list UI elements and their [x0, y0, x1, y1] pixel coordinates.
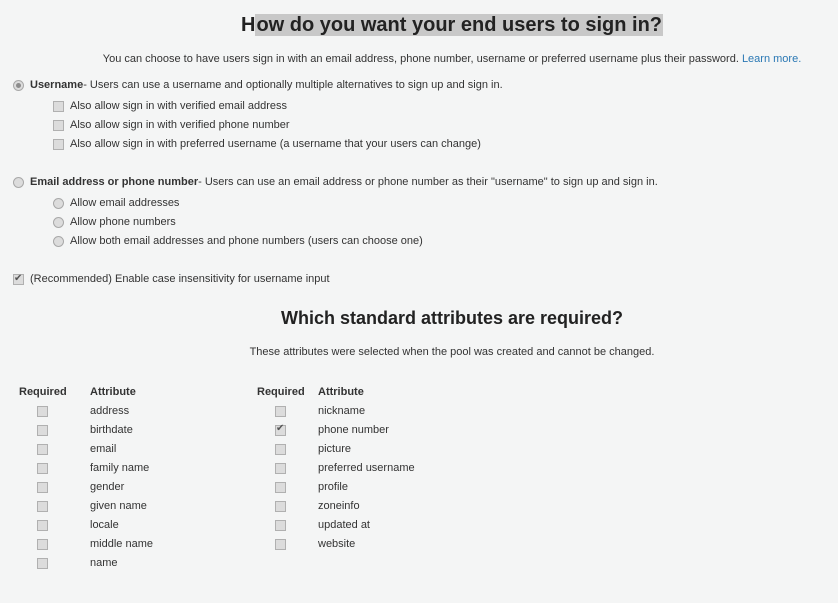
- attribute-name: profile: [318, 481, 348, 493]
- username-option[interactable]: Username - Users can use a username and …: [13, 78, 503, 92]
- allow-verified-email-label: Also allow sign in with verified email a…: [70, 100, 288, 112]
- title-highlighted-text: ow do you want your end users to sign in…: [255, 14, 664, 36]
- attribute-name: phone number: [318, 424, 389, 436]
- attribute-required-checkbox: [37, 444, 48, 455]
- attribute-required-checkbox: [275, 423, 286, 436]
- attribute-required-checkbox: [37, 463, 48, 474]
- attribute-required-checkbox: [37, 501, 48, 512]
- attribute-name: middle name: [90, 538, 153, 550]
- attribute-required-checkbox: [37, 520, 48, 531]
- attributes-title: Which standard attributes are required?: [280, 308, 624, 328]
- allow-email-addresses-radio[interactable]: [53, 197, 64, 209]
- allow-email-addresses-option[interactable]: Allow email addresses: [53, 196, 179, 210]
- right-required-header: Required: [257, 386, 305, 398]
- attribute-name: picture: [318, 443, 352, 455]
- attribute-required-checkbox: [37, 425, 48, 436]
- allow-phone-numbers-radio[interactable]: [53, 216, 64, 228]
- attribute-name: email: [90, 443, 117, 455]
- attribute-required-checkbox: [37, 482, 48, 493]
- username-radio[interactable]: [13, 79, 24, 91]
- allow-phone-numbers-label: Allow phone numbers: [70, 216, 176, 228]
- email-phone-option[interactable]: Email address or phone number - Users ca…: [13, 175, 658, 189]
- email-phone-option-label: Email address or phone number: [30, 176, 199, 188]
- attributes-note: These attributes were selected when the …: [249, 346, 655, 358]
- allow-both-label: Allow both email addresses and phone num…: [70, 235, 423, 247]
- attribute-required-checkbox: [275, 406, 286, 417]
- username-option-label: Username: [30, 79, 84, 91]
- attribute-required-checkbox: [275, 482, 286, 493]
- allow-email-addresses-label: Allow email addresses: [70, 197, 180, 209]
- attribute-name: family name: [90, 462, 150, 474]
- allow-verified-email-checkbox[interactable]: [53, 100, 64, 112]
- attribute-required-checkbox: [275, 444, 286, 455]
- case-insensitive-label: (Recommended) Enable case insensitivity …: [30, 273, 330, 285]
- attribute-name: nickname: [318, 405, 366, 417]
- attribute-required-checkbox: [37, 406, 48, 417]
- email-phone-option-description: - Users can use an email address or phon…: [198, 176, 658, 188]
- allow-preferred-username-checkbox[interactable]: [53, 138, 64, 150]
- attribute-name: zoneinfo: [318, 500, 360, 512]
- case-insensitive-option[interactable]: (Recommended) Enable case insensitivity …: [13, 272, 330, 286]
- attribute-name: address: [90, 405, 130, 417]
- allow-preferred-username-label: Also allow sign in with preferred userna…: [70, 138, 481, 150]
- attribute-name: gender: [90, 481, 125, 493]
- left-required-header: Required: [19, 386, 67, 398]
- title-first-letter: H: [240, 14, 256, 36]
- allow-verified-phone-checkbox[interactable]: [53, 119, 64, 131]
- right-attribute-header: Attribute: [318, 386, 364, 398]
- attribute-required-checkbox: [275, 539, 286, 550]
- attribute-name: locale: [90, 519, 119, 531]
- attribute-required-checkbox: [275, 520, 286, 531]
- attribute-required-checkbox: [37, 558, 48, 569]
- page-title: How do you want your end users to sign i…: [0, 14, 838, 37]
- attribute-name: preferred username: [318, 462, 415, 474]
- allow-preferred-username-option[interactable]: Also allow sign in with preferred userna…: [53, 137, 481, 151]
- attribute-required-checkbox: [275, 463, 286, 474]
- allow-verified-phone-label: Also allow sign in with verified phone n…: [70, 119, 290, 131]
- attribute-name: name: [90, 557, 118, 569]
- attribute-required-checkbox: [275, 501, 286, 512]
- attribute-name: website: [318, 538, 356, 550]
- subtitle-text: You can choose to have users sign in wit…: [102, 53, 739, 65]
- case-insensitive-checkbox[interactable]: [13, 272, 24, 286]
- allow-both-radio[interactable]: [53, 235, 64, 247]
- attribute-required-checkbox: [37, 539, 48, 550]
- email-phone-radio[interactable]: [13, 176, 24, 188]
- attribute-name: birthdate: [90, 424, 133, 436]
- page-subtitle: You can choose to have users sign in wit…: [0, 53, 838, 65]
- allow-verified-email-option[interactable]: Also allow sign in with verified email a…: [53, 99, 287, 113]
- allow-both-option[interactable]: Allow both email addresses and phone num…: [53, 234, 423, 248]
- left-attribute-header: Attribute: [90, 386, 136, 398]
- username-option-description: - Users can use a username and optionall…: [83, 79, 503, 91]
- attribute-name: updated at: [318, 519, 370, 531]
- allow-verified-phone-option[interactable]: Also allow sign in with verified phone n…: [53, 118, 290, 132]
- allow-phone-numbers-option[interactable]: Allow phone numbers: [53, 215, 176, 229]
- learn-more-link[interactable]: Learn more.: [742, 53, 801, 65]
- attribute-name: given name: [90, 500, 147, 512]
